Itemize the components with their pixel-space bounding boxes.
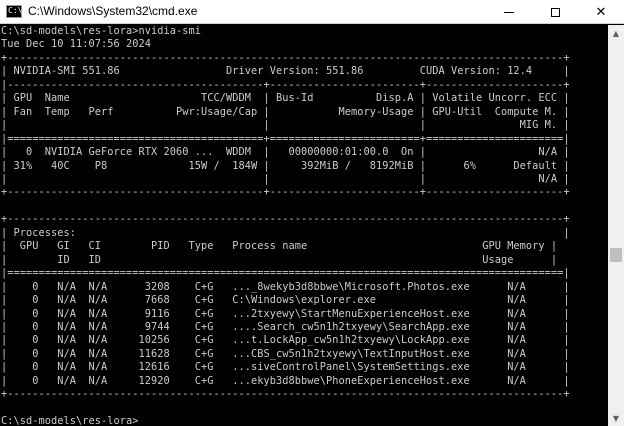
console-line: |=======================================… (1, 132, 570, 145)
console-line: | GPU Name TCC/WDDM | Bus-Id Disp.A | Vo… (1, 92, 570, 105)
console-line: | 0 NVIDIA GeForce RTX 2060 ... WDDM | 0… (1, 146, 570, 159)
console-line: | 0 N/A N/A 7668 C+G C:\Windows\explorer… (1, 294, 570, 307)
console-line: | 0 N/A N/A 12920 C+G ...ekyb3d8bbwe\Pho… (1, 374, 570, 387)
minimize-button[interactable] (486, 0, 532, 24)
console-line: | 0 N/A N/A 3208 C+G ..._8wekyb3d8bbwe\M… (1, 280, 570, 293)
console-line: C:\sd-models\res-lora> (1, 415, 139, 426)
console-text: C:\sd-models\res-lora>nvidia-smi Tue Dec … (1, 25, 608, 426)
minimize-icon (504, 11, 514, 13)
vertical-scrollbar[interactable]: ▲ ▼ (608, 25, 624, 426)
console-output[interactable]: C:\sd-models\res-lora>nvidia-smi Tue Dec … (1, 25, 608, 426)
maximize-button[interactable] (532, 0, 578, 24)
close-button[interactable]: ✕ (578, 0, 624, 24)
window-title: C:\Windows\System32\cmd.exe (28, 4, 198, 18)
console-line: | 0 N/A N/A 12616 C+G ...siveControlPane… (1, 361, 570, 374)
maximize-icon (550, 7, 560, 17)
console-line: | Processes: | (1, 226, 570, 239)
console-line: | Fan Temp Perf Pwr:Usage/Cap | Memory-U… (1, 105, 570, 118)
console-line: C:\sd-models\res-lora>nvidia-smi (1, 25, 201, 37)
console-line: | ID ID Usage | (1, 253, 558, 266)
console-line: | | | MIG M. | (1, 119, 570, 132)
console-line: |---------------------------------------… (1, 78, 570, 91)
cmd-icon-glyph: C:\ (8, 6, 23, 15)
console-line: | 31% 40C P8 15W / 184W | 392MiB / 8192M… (1, 159, 570, 172)
scroll-down-icon[interactable]: ▼ (608, 410, 624, 426)
scroll-thumb[interactable] (610, 248, 622, 262)
scroll-up-icon[interactable]: ▲ (608, 25, 624, 41)
console-line: |=======================================… (1, 267, 570, 280)
console-line: +---------------------------------------… (1, 51, 570, 64)
console-line: | | | N/A | (1, 172, 570, 185)
close-icon: ✕ (595, 4, 607, 20)
console-line: +---------------------------------------… (1, 213, 570, 226)
console-line: | NVIDIA-SMI 551.86 Driver Version: 551.… (1, 65, 570, 78)
console-line: | 0 N/A N/A 11628 C+G ...CBS_cw5n1h2txye… (1, 347, 570, 360)
console-line: | 0 N/A N/A 9116 C+G ...2txyewy\StartMen… (1, 307, 570, 320)
console-line: Tue Dec 10 11:07:56 2024 (1, 38, 151, 51)
console-line: +---------------------------------------… (1, 388, 570, 401)
title-bar[interactable]: C:\ C:\Windows\System32\cmd.exe ✕ (0, 0, 624, 24)
console-line: | GPU GI CI PID Type Process name GPU Me… (1, 240, 558, 253)
console-line: +---------------------------------------… (1, 186, 570, 199)
cmd-icon[interactable]: C:\ (6, 5, 22, 18)
console-line: | 0 N/A N/A 9744 C+G ....Search_cw5n1h2t… (1, 320, 570, 333)
console-line: | 0 N/A N/A 10256 C+G ...t.LockApp_cw5n1… (1, 334, 570, 347)
